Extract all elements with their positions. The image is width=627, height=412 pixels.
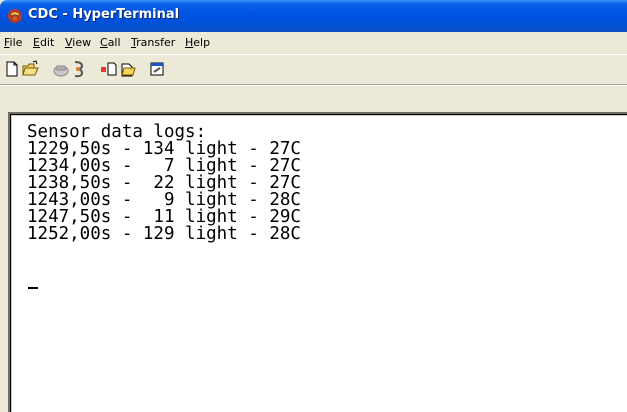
hyperterminal-phone-icon xyxy=(6,7,24,25)
menu-file[interactable]: File xyxy=(4,36,22,49)
toolbar-separator xyxy=(0,84,627,86)
terminal-line: 1252,00s - 129 light - 28C xyxy=(27,224,301,244)
menu-bar: File Edit View Call Transfer Help xyxy=(0,32,627,54)
menu-transfer[interactable]: Transfer xyxy=(131,36,175,49)
menu-edit[interactable]: Edit xyxy=(33,36,54,49)
new-icon[interactable] xyxy=(3,60,21,78)
receive-icon[interactable] xyxy=(119,60,137,78)
toolbar xyxy=(0,54,627,84)
menu-view[interactable]: View xyxy=(65,36,91,49)
title-bar[interactable]: CDC - HyperTerminal xyxy=(0,0,627,32)
open-icon[interactable] xyxy=(22,60,40,78)
menu-call[interactable]: Call xyxy=(100,36,121,49)
menu-help[interactable]: Help xyxy=(185,36,210,49)
connect-icon[interactable] xyxy=(52,60,70,78)
properties-icon[interactable] xyxy=(148,60,166,78)
disconnect-icon[interactable] xyxy=(70,60,88,78)
send-icon[interactable] xyxy=(100,60,118,78)
terminal-screen[interactable]: Sensor data logs: 1229,50s - 134 light -… xyxy=(22,121,622,412)
window-title: CDC - HyperTerminal xyxy=(28,7,180,22)
text-cursor xyxy=(28,287,38,289)
